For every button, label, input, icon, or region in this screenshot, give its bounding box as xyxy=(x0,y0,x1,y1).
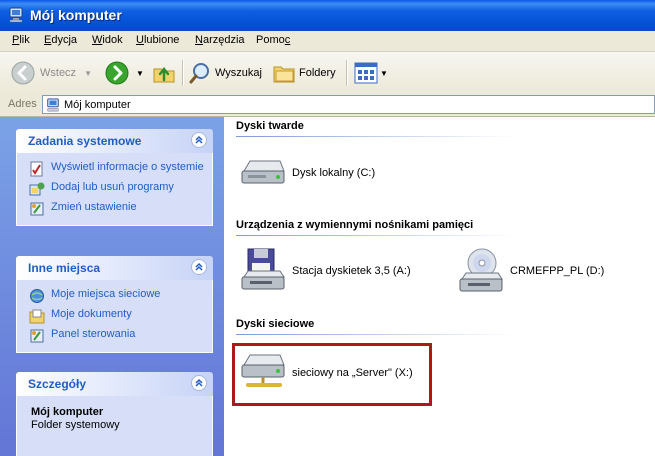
forward-arrow-icon xyxy=(105,61,129,85)
back-arrow-icon xyxy=(11,61,35,85)
other-places-body: Moje miejsca sieciowe Moje dokumenty Pan… xyxy=(16,280,213,353)
title-bar[interactable]: Mój komputer xyxy=(0,0,655,31)
menu-narzedzia[interactable]: Narzędzia xyxy=(195,34,245,46)
system-tasks-title: Zadania systemowe xyxy=(28,134,142,148)
search-button[interactable]: Wyszukaj xyxy=(188,59,262,87)
my-computer-icon xyxy=(9,7,23,23)
other-places-panel: Inne miejsca Moje miejsca sieciowe Moje … xyxy=(16,256,213,353)
forward-dropdown-icon[interactable]: ▼ xyxy=(136,69,144,78)
forward-button[interactable]: ▼ xyxy=(104,59,144,87)
views-dropdown-icon[interactable]: ▼ xyxy=(380,69,388,78)
address-field[interactable]: Mój komputer xyxy=(42,95,655,114)
up-folder-button[interactable] xyxy=(152,59,176,87)
details-panel: Szczegóły Mój komputer Folder systemowy xyxy=(16,372,213,456)
floppy-drive-icon xyxy=(241,248,285,290)
system-info-icon xyxy=(30,161,43,177)
details-title: Szczegóły xyxy=(28,377,87,391)
drive-floppy-a[interactable]: Stacja dyskietek 3,5 (A:) xyxy=(240,247,411,295)
menu-edycja[interactable]: Edycja xyxy=(44,34,77,46)
back-dropdown-icon[interactable]: ▼ xyxy=(84,69,92,78)
control-panel-icon xyxy=(30,329,44,343)
group-divider xyxy=(236,136,516,137)
back-label: Wstecz xyxy=(40,67,77,79)
task-pane: Zadania systemowe Wyświetl informacje o … xyxy=(0,117,224,456)
group-divider xyxy=(236,235,516,236)
views-button[interactable]: ▼ xyxy=(354,59,388,87)
menu-ulubione[interactable]: Ulubione xyxy=(136,34,179,46)
place-control-panel[interactable]: Panel sterowania xyxy=(17,326,212,346)
group-network-drives: Dyski sieciowe xyxy=(236,318,516,335)
other-places-header[interactable]: Inne miejsca xyxy=(16,256,213,280)
place-my-documents[interactable]: Moje dokumenty xyxy=(17,306,212,326)
other-places-title: Inne miejsca xyxy=(28,261,101,275)
details-header[interactable]: Szczegóły xyxy=(16,372,213,396)
details-item-type: Folder systemowy xyxy=(31,419,120,431)
task-change-setting[interactable]: Zmień ustawienie xyxy=(17,199,212,219)
up-folder-icon xyxy=(153,66,175,83)
menu-widok[interactable]: Widok xyxy=(92,34,123,46)
drive-local-c[interactable]: Dysk lokalny (C:) xyxy=(240,157,375,189)
address-label: Adres xyxy=(8,98,37,110)
window-title: Mój komputer xyxy=(30,7,122,23)
cd-drive-icon xyxy=(459,248,503,292)
place-my-network-places[interactable]: Moje miejsca sieciowe xyxy=(17,286,212,306)
group-divider xyxy=(236,334,516,335)
system-tasks-body: Wyświetl informacje o systemie Dodaj lub… xyxy=(16,153,213,226)
network-places-icon xyxy=(30,289,44,303)
details-item-name: Mój komputer xyxy=(31,406,104,418)
task-add-remove-programs[interactable]: Dodaj lub usuń programy xyxy=(17,179,212,199)
hard-drive-icon xyxy=(241,160,285,184)
toolbar: Wstecz ▼ ▼ Wyszukaj Foldery ▼ xyxy=(0,52,655,95)
folders-label: Foldery xyxy=(299,67,336,79)
control-panel-icon xyxy=(30,202,44,216)
toolbar-separator xyxy=(346,60,348,86)
folders-button[interactable]: Foldery xyxy=(272,59,336,87)
system-tasks-header[interactable]: Zadania systemowe xyxy=(16,129,213,153)
collapse-chevron-icon[interactable] xyxy=(191,132,207,148)
views-icon xyxy=(354,62,378,84)
menu-plik[interactable]: Plik xyxy=(12,34,30,46)
menu-bar: Plik Edycja Widok Ulubione Narzędzia Pom… xyxy=(0,31,655,52)
explorer-window: Mój komputer Plik Edycja Widok Ulubione … xyxy=(0,0,655,456)
back-button[interactable]: Wstecz ▼ xyxy=(10,59,92,87)
my-documents-icon xyxy=(29,309,45,324)
details-body: Mój komputer Folder systemowy xyxy=(16,396,213,456)
collapse-chevron-icon[interactable] xyxy=(191,375,207,391)
group-hard-drives: Dyski twarde xyxy=(236,120,516,137)
search-icon xyxy=(189,63,209,84)
address-bar: Adres Mój komputer xyxy=(0,94,655,117)
highlight-box xyxy=(232,343,432,406)
task-view-system-info[interactable]: Wyświetl informacje o systemie xyxy=(17,159,212,179)
address-value: Mój komputer xyxy=(64,99,131,111)
toolbar-separator xyxy=(182,60,184,86)
add-remove-programs-icon xyxy=(29,182,45,196)
search-label: Wyszukaj xyxy=(215,67,262,79)
group-removable: Urządzenia z wymiennymi nośnikami pamięc… xyxy=(236,219,516,236)
menu-pomoc[interactable]: Pomoc xyxy=(256,34,290,46)
my-computer-icon xyxy=(47,98,59,112)
system-tasks-panel: Zadania systemowe Wyświetl informacje o … xyxy=(16,129,213,226)
drive-cdrom-d[interactable]: CRMEFPP_PL (D:) xyxy=(458,247,604,295)
collapse-chevron-icon[interactable] xyxy=(191,259,207,275)
folders-icon xyxy=(273,66,295,83)
